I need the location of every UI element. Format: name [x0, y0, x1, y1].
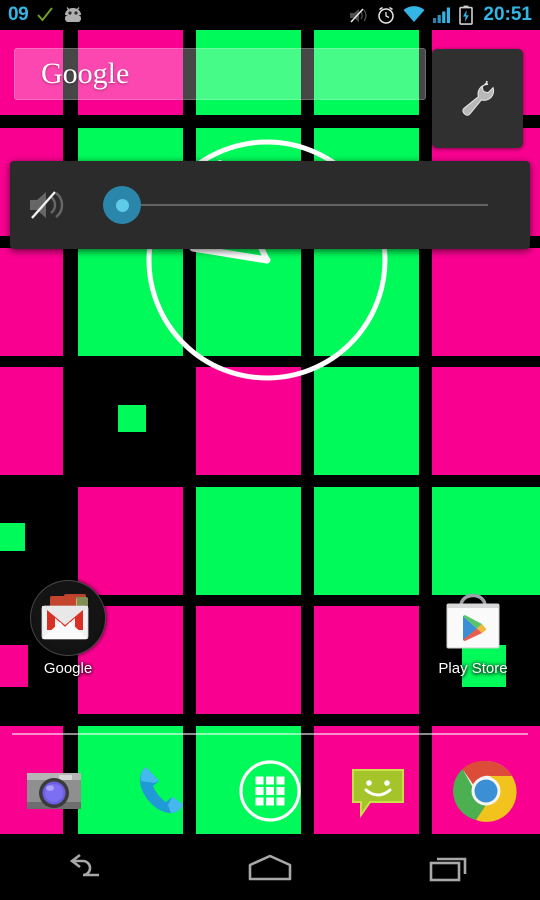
status-bar-clock: 20:51 [483, 4, 532, 25]
back-arrow-icon [69, 853, 99, 876]
nav-recents-button[interactable] [360, 835, 540, 900]
messaging-icon [342, 755, 414, 827]
dock [0, 733, 540, 835]
wallpaper-tile [432, 367, 540, 475]
volume-slider-track[interactable] [106, 204, 488, 206]
wallpaper-tile [196, 606, 301, 714]
dock-item-phone[interactable] [108, 747, 216, 835]
google-search-widget[interactable]: Google [14, 48, 426, 100]
wallpaper-tile [0, 248, 63, 356]
volume-slider[interactable] [86, 183, 488, 227]
wallpaper-tile [432, 248, 540, 356]
dock-item-messaging[interactable] [324, 747, 432, 835]
nav-back-button[interactable] [0, 835, 180, 900]
wrench-icon [461, 80, 494, 116]
wallpaper-tile [314, 606, 419, 714]
navigation-bar [0, 835, 540, 900]
home-icon-google-folder[interactable]: Google [13, 580, 123, 677]
google-logo-text: Google [41, 57, 130, 90]
wallpaper-tile [314, 487, 419, 595]
volume-slider-thumb[interactable] [103, 186, 141, 224]
clock-hour-hand [189, 244, 271, 264]
play-store-icon [435, 580, 511, 656]
status-bar[interactable]: 09 20:51 [0, 0, 540, 30]
home-icon [248, 854, 292, 880]
wallpaper-tile [0, 523, 25, 551]
nav-home-button[interactable] [180, 835, 360, 900]
wifi-icon [403, 6, 425, 22]
volume-muted-icon[interactable] [10, 185, 86, 225]
wallpaper-tile [118, 405, 146, 432]
dock-item-app-drawer[interactable] [216, 747, 324, 835]
gmail-folder-icon [30, 580, 106, 656]
app-drawer-icon [234, 755, 306, 827]
wrench-widget-button[interactable] [432, 49, 523, 148]
dock-divider [12, 733, 528, 735]
wallpaper-tile [196, 487, 301, 595]
recents-icon [429, 857, 467, 881]
dock-row [0, 747, 540, 835]
wallpaper-tile [432, 487, 540, 595]
wallpaper-tile [78, 487, 183, 595]
wallpaper-tile [0, 367, 63, 475]
volume-slider-panel[interactable] [10, 161, 530, 249]
cellular-signal-icon [433, 7, 451, 23]
checkmark-icon [37, 7, 53, 22]
alarm-clock-icon [378, 6, 395, 24]
home-icon-play-store[interactable]: Play Store [418, 580, 528, 677]
phone-icon [126, 755, 198, 827]
home-icon-label: Google [43, 660, 93, 677]
home-screen: Google Google Play Store 09 20:51 [0, 0, 540, 900]
chrome-icon [450, 755, 522, 827]
home-icon-label: Play Store [438, 660, 508, 677]
battery-charging-icon [459, 5, 474, 25]
status-bar-left: 09 [8, 4, 84, 26]
notification-count: 09 [8, 4, 29, 25]
camera-icon [18, 755, 90, 827]
dock-item-chrome[interactable] [432, 747, 540, 835]
dock-item-camera[interactable] [0, 747, 108, 835]
android-bugdroid-icon [65, 7, 82, 22]
status-bar-right: 20:51 [348, 4, 532, 26]
volume-muted-icon [350, 7, 367, 23]
